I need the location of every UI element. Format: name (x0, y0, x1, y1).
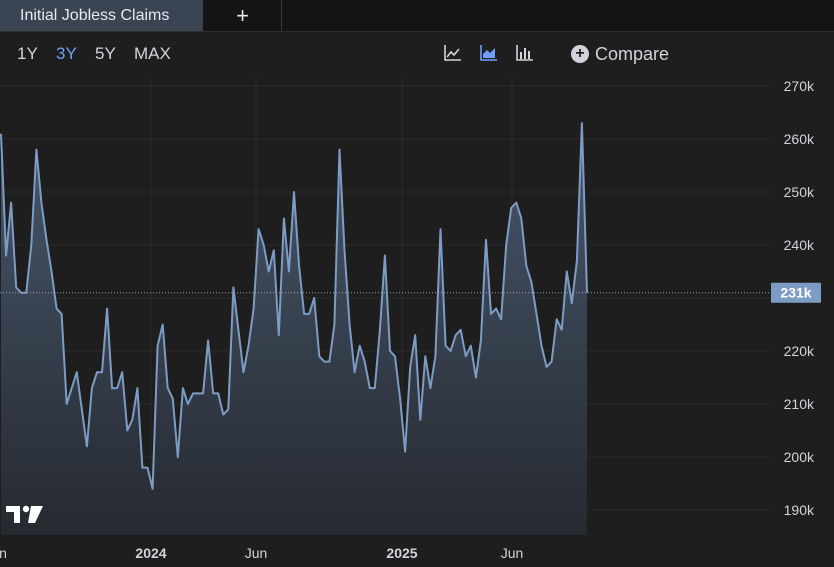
line-chart-icon[interactable] (443, 43, 463, 63)
x-tick-label: 2025 (386, 545, 417, 561)
range-max-button[interactable]: MAX (134, 44, 171, 64)
compare-label: Compare (595, 43, 670, 64)
y-tick-label: 220k (784, 343, 815, 359)
y-tick-label: 260k (784, 131, 815, 147)
plus-circle-icon: + (571, 45, 589, 63)
x-tick-label: Jun (245, 545, 268, 561)
bar-chart-icon[interactable] (515, 43, 535, 63)
range-1y-button[interactable]: 1Y (17, 44, 38, 64)
toolbar: 1Y 3Y 5Y MAX + Compare (0, 32, 834, 76)
range-3y-button[interactable]: 3Y (56, 44, 77, 64)
last-value-label: 231k (780, 285, 811, 301)
y-tick-label: 270k (784, 78, 815, 94)
x-tick-label: Jun (501, 545, 524, 561)
tab-initial-jobless-claims[interactable]: Initial Jobless Claims (0, 0, 203, 31)
y-tick-label: 210k (784, 396, 815, 412)
y-tick-label: 250k (784, 184, 815, 200)
range-5y-button[interactable]: 5Y (95, 44, 116, 64)
x-tick-label: 2024 (135, 545, 166, 561)
tab-label: Initial Jobless Claims (20, 6, 170, 24)
x-axis: n 2024 Jun 2025 Jun (0, 545, 523, 561)
y-tick-label: 200k (784, 449, 815, 465)
x-tick-label: n (0, 545, 7, 561)
chart-area[interactable]: 270k 260k 250k 240k 220k 210k 200k 190k n 2024 Ju… (0, 77, 834, 567)
compare-button[interactable]: + Compare (571, 43, 669, 65)
area-chart-icon[interactable] (479, 43, 499, 63)
tab-bar: Initial Jobless Claims + (0, 0, 834, 32)
y-tick-label: 240k (784, 237, 815, 253)
last-value-badge: 231k (771, 282, 821, 303)
tradingview-logo-icon (6, 505, 43, 523)
add-tab-button[interactable]: + (204, 0, 282, 31)
y-tick-label: 190k (784, 502, 815, 518)
